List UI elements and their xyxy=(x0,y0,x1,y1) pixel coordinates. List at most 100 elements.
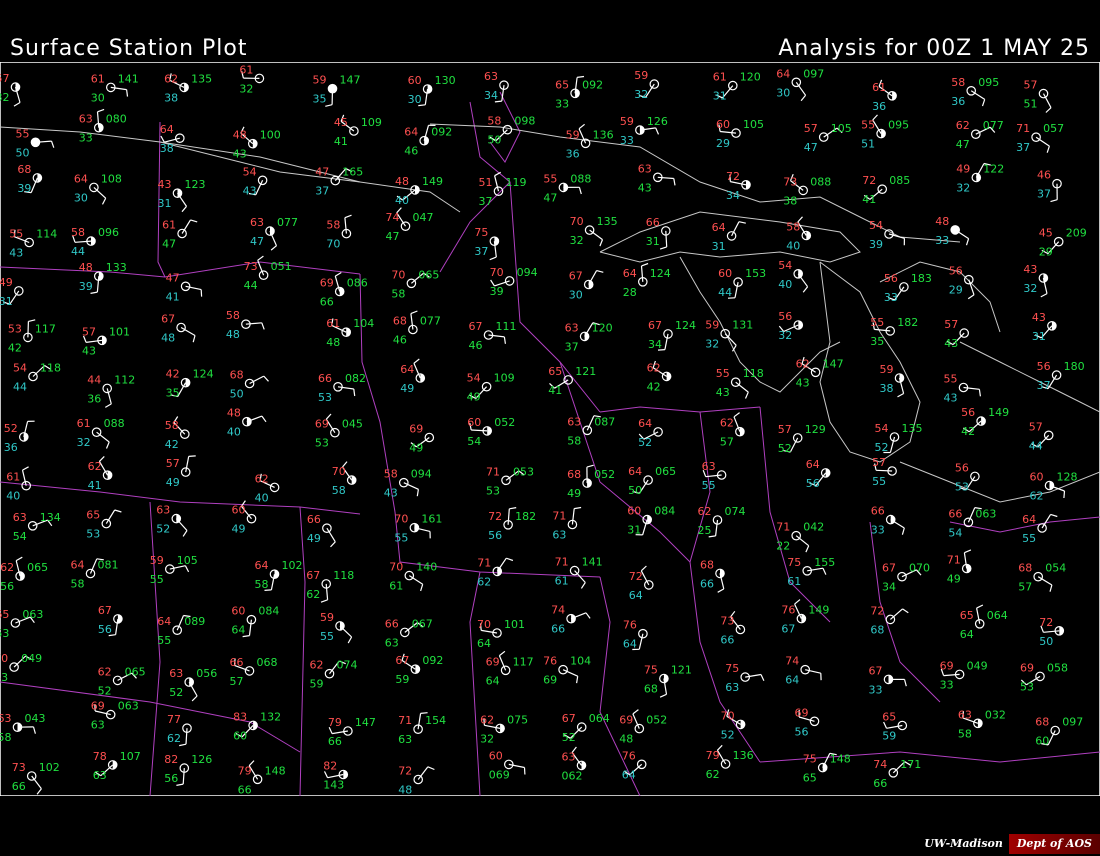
dewpoint-label: 60 xyxy=(233,729,247,742)
pressure-label: 135 xyxy=(902,422,923,435)
temperature-label: 60 xyxy=(232,504,246,517)
temperature-label: 69 xyxy=(619,714,633,727)
pressure-label: 068 xyxy=(257,656,278,669)
temperature-label: 58 xyxy=(226,309,240,322)
temperature-label: 60 xyxy=(408,74,422,87)
dewpoint-label: 31 xyxy=(646,235,660,248)
dewpoint-label: 32 xyxy=(570,234,584,247)
temperature-label: 61 xyxy=(6,471,20,484)
pressure-label: 086 xyxy=(347,277,368,290)
dewpoint-label: 50 xyxy=(230,388,244,401)
dewpoint-label: 55 xyxy=(150,573,164,586)
temperature-label: 72 xyxy=(870,604,884,617)
dewpoint-label: 56 xyxy=(795,725,809,738)
temperature-label: 72 xyxy=(488,510,502,523)
dewpoint-label: 40 xyxy=(395,194,409,207)
pressure-label: 082 xyxy=(345,372,366,385)
dewpoint-label: 062 xyxy=(562,769,583,782)
pressure-label: 043 xyxy=(25,712,46,725)
dewpoint-label: 61 xyxy=(787,575,801,588)
wind-barb-staff xyxy=(876,469,893,472)
wind-barb-flag xyxy=(188,455,196,457)
dewpoint-label: 37 xyxy=(315,185,329,198)
dewpoint-label: 52 xyxy=(778,442,792,455)
dewpoint-label: 39 xyxy=(17,182,31,195)
dewpoint-label: 62 xyxy=(306,588,320,601)
temperature-label: 63 xyxy=(562,750,576,763)
temperature-label: 57 xyxy=(778,423,792,436)
temperature-label: 69 xyxy=(91,700,105,713)
temperature-label: 48 xyxy=(79,261,93,274)
temperature-label: 62 xyxy=(164,72,178,85)
dewpoint-label: 40 xyxy=(227,426,241,439)
temperature-label: 55 xyxy=(944,373,958,386)
dewpoint-label: 31 xyxy=(0,295,13,308)
pressure-label: 126 xyxy=(191,753,212,766)
temperature-label: 59 xyxy=(705,319,719,332)
temperature-label: 76 xyxy=(781,604,795,617)
temperature-label: 69 xyxy=(795,706,809,719)
station-map: 57 32 61 30 141 62 38 135 61 32 59 35 147 60 30 130 63 34… xyxy=(0,62,1100,796)
pressure-label: 045 xyxy=(342,418,363,431)
dewpoint-label: 66 xyxy=(328,735,342,748)
temperature-label: 63 xyxy=(79,113,93,126)
pressure-label: 119 xyxy=(506,176,527,189)
dewpoint-label: 34 xyxy=(726,189,740,202)
pressure-label: 032 xyxy=(985,708,1006,721)
temperature-label: 51 xyxy=(479,176,493,189)
temperature-label: 64 xyxy=(255,559,269,572)
pressure-label: 081 xyxy=(98,559,119,572)
dewpoint-label: 50 xyxy=(1039,635,1053,648)
temperature-label: 73 xyxy=(783,175,797,188)
dewpoint-label: 43 xyxy=(944,337,958,350)
dewpoint-label: 64 xyxy=(477,637,491,650)
temperature-label: 62 xyxy=(720,417,734,430)
dewpoint-label: 43 xyxy=(233,148,247,161)
temperature-label: 60 xyxy=(718,267,732,280)
temperature-label: 48 xyxy=(233,129,247,142)
pressure-label: 135 xyxy=(191,72,212,85)
temperature-label: 62 xyxy=(647,361,661,374)
dewpoint-label: 43 xyxy=(243,184,257,197)
dewpoint-label: 61 xyxy=(555,575,569,588)
temperature-label: 65 xyxy=(86,509,100,522)
temperature-label: 61 xyxy=(872,81,886,94)
dewpoint-label: 66 xyxy=(700,577,714,590)
temperature-label: 66 xyxy=(948,507,962,520)
dewpoint-label: 55 xyxy=(1022,532,1036,545)
dewpoint-label: 37 xyxy=(1037,379,1051,392)
temperature-label: 54 xyxy=(13,362,27,375)
pressure-label: 052 xyxy=(646,714,667,727)
temperature-label: 70 xyxy=(332,465,346,478)
temperature-label: 79 xyxy=(328,716,342,729)
dewpoint-label: 42 xyxy=(8,341,22,354)
temperature-label: 58 xyxy=(165,419,179,432)
dewpoint-label: 61 xyxy=(389,580,403,593)
temperature-label: 67 xyxy=(98,604,112,617)
dewpoint-label: 53 xyxy=(0,627,9,640)
dewpoint-label: 40 xyxy=(6,490,20,503)
pressure-label: 124 xyxy=(650,267,671,280)
dewpoint-label: 36 xyxy=(566,147,580,160)
temperature-label: 75 xyxy=(803,753,817,766)
dewpoint-label: 30 xyxy=(569,289,583,302)
temperature-label: 43 xyxy=(1032,311,1046,324)
dewpoint-label: 56 xyxy=(0,580,14,593)
dewpoint-label: 48 xyxy=(326,336,340,349)
temperature-label: 63 xyxy=(250,216,264,229)
temperature-label: 60 xyxy=(231,605,245,618)
temperature-label: 43 xyxy=(158,178,172,191)
dewpoint-label: 36 xyxy=(4,441,18,454)
dewpoint-label: 50 xyxy=(487,134,501,147)
dewpoint-label: 47 xyxy=(250,235,264,248)
pressure-label: 134 xyxy=(40,511,61,524)
pressure-label: 089 xyxy=(184,615,205,628)
pressure-label: 085 xyxy=(889,174,910,187)
pressure-label: 056 xyxy=(196,667,217,680)
temperature-label: 69 xyxy=(320,277,334,290)
temperature-label: 75 xyxy=(725,662,739,675)
pressure-label: 070 xyxy=(909,562,930,575)
pressure-label: 149 xyxy=(808,604,829,617)
temperature-label: 67 xyxy=(569,270,583,283)
temperature-label: 60 xyxy=(467,416,481,429)
